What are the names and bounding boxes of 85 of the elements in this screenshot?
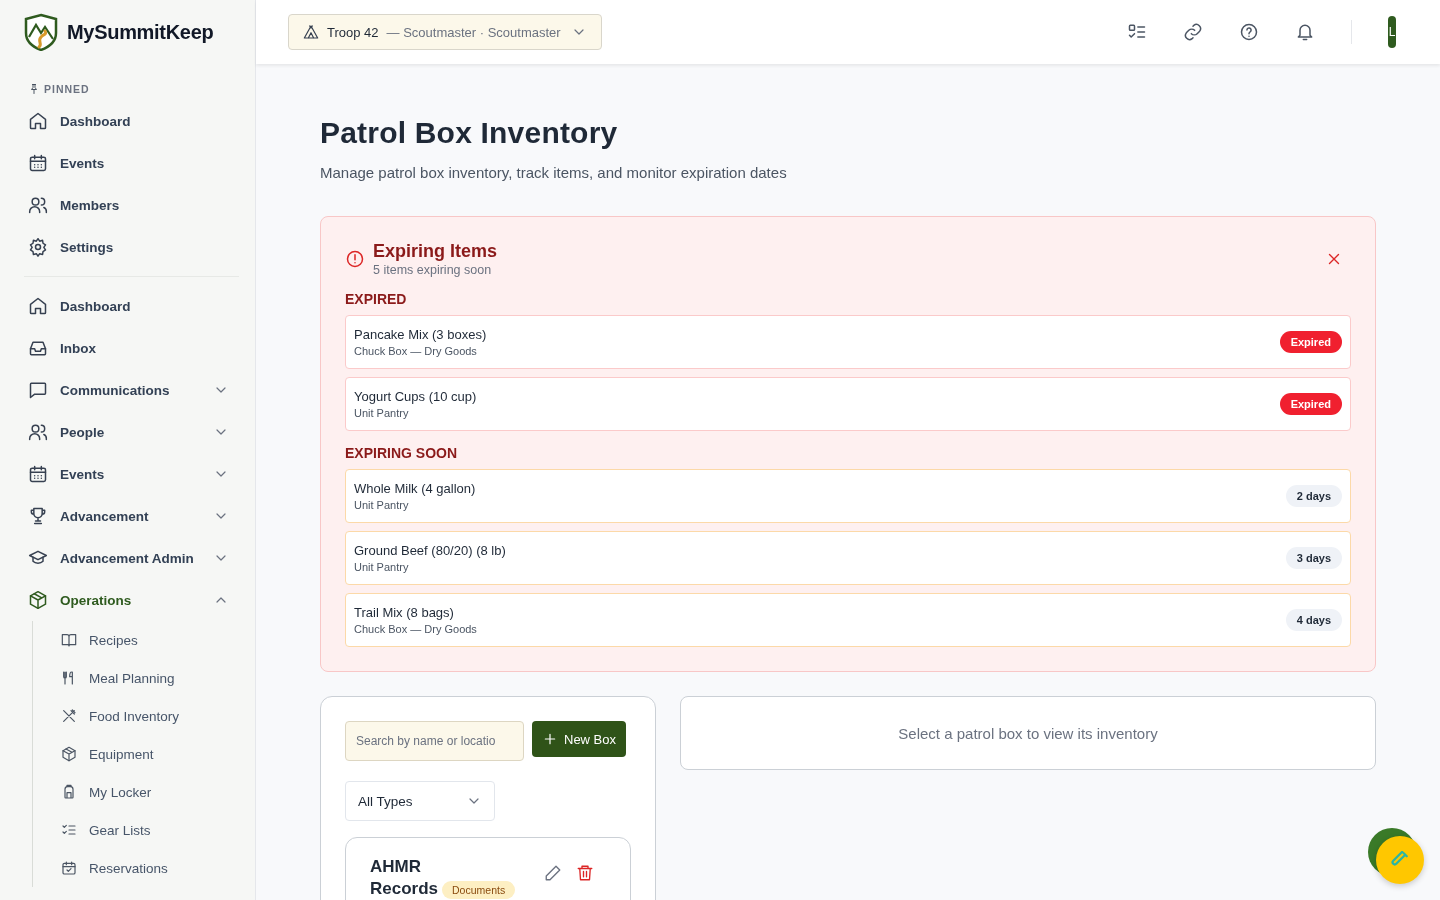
sidebar-item[interactable]: Advancement Admin <box>24 537 239 579</box>
link-button[interactable] <box>1183 22 1203 42</box>
help-icon <box>1239 22 1259 42</box>
test-tube-icon <box>1391 851 1409 869</box>
item-name: Pancake Mix (3 boxes) <box>354 327 487 342</box>
item-location: Unit Pantry <box>354 499 410 511</box>
sidebar-subitem[interactable]: Recipes <box>61 621 239 659</box>
logo-icon <box>24 13 58 51</box>
item-name: Ground Beef (80/20) (8 lb) <box>354 543 506 558</box>
days-left-badge: 2 days <box>1285 485 1342 507</box>
empty-message: Select a patrol box to view its inventory <box>898 724 1158 742</box>
item-name: Trail Mix (8 bags) <box>354 605 455 620</box>
delete-button[interactable] <box>576 864 594 882</box>
plus-icon <box>542 731 558 747</box>
notification-bell-button[interactable] <box>1295 22 1315 42</box>
item-location: Unit Pantry <box>354 561 410 573</box>
days-left-badge: 3 days <box>1285 547 1342 569</box>
sidebar-item[interactable]: Members <box>24 184 239 226</box>
unit-selector[interactable]: Troop 42 — Scoutmaster · Scoutmaster <box>288 14 602 50</box>
book-icon <box>61 632 77 648</box>
sidebar-item[interactable]: Events <box>24 142 239 184</box>
search-field[interactable]: Search by name or locatio <box>345 721 524 761</box>
expired-badge: Expired <box>1279 331 1342 353</box>
crossed-utensils-icon <box>61 708 77 724</box>
box-icon <box>28 590 48 610</box>
sidebar-subitem[interactable]: Meal Planning <box>61 659 239 697</box>
item-location: Chuck Box — Dry Goods <box>354 623 477 635</box>
settings-icon <box>28 237 48 257</box>
expired-badge: Expired <box>1279 393 1342 415</box>
item-location: Chuck Box — Dry Goods <box>354 345 478 357</box>
sidebar-subitem[interactable]: Equipment <box>61 735 239 773</box>
sidebar-subitem[interactable]: My Locker <box>61 773 239 811</box>
section-label: PINNED <box>44 83 90 95</box>
home-icon <box>28 111 48 131</box>
sidebar-subitem[interactable]: Gear Lists <box>61 811 239 849</box>
sidebar-subitem[interactable]: Food Inventory <box>61 697 239 735</box>
group-heading: EXPIRED <box>345 291 408 307</box>
checklist-icon <box>61 822 77 838</box>
inbox-icon <box>28 338 48 358</box>
sidebar-item[interactable]: Dashboard <box>24 100 239 142</box>
help-button[interactable] <box>1239 22 1259 42</box>
floating-action-button[interactable] <box>1368 828 1424 884</box>
sidebar-item[interactable]: Operations <box>24 579 239 621</box>
users-icon <box>28 422 48 442</box>
page-title: Patrol Box Inventory <box>320 116 619 150</box>
user-avatar[interactable]: L <box>1388 16 1396 48</box>
pencil-icon <box>544 864 562 882</box>
notification-bell-icon <box>1295 22 1315 42</box>
item-name: Yogurt Cups (10 cup) <box>354 389 477 404</box>
sidebar-item[interactable]: Settings <box>24 226 239 268</box>
app-name: MySummitKeep <box>67 20 214 44</box>
group-heading: EXPIRING SOON <box>345 445 459 461</box>
item-name: Whole Milk (4 gallon) <box>354 481 476 496</box>
alert-title: Expiring Items <box>373 241 499 262</box>
sidebar-item[interactable]: Inbox <box>24 327 239 369</box>
item-location: Unit Pantry <box>354 407 410 419</box>
patrol-box-card[interactable]: AHMR Records Documents <box>345 837 631 900</box>
sidebar-item[interactable]: Advancement <box>24 495 239 537</box>
type-badge: Documents <box>442 881 516 899</box>
pin-icon <box>28 83 40 95</box>
sidebar-item[interactable]: Events <box>24 453 239 495</box>
link-icon <box>1183 22 1203 42</box>
trophy-icon <box>28 506 48 526</box>
tent-icon <box>303 24 319 40</box>
alert-icon <box>345 249 365 269</box>
calendar-check-icon <box>61 860 77 876</box>
sidebar-item[interactable]: People <box>24 411 239 453</box>
new-box-button[interactable]: New Box <box>532 721 627 757</box>
edit-button[interactable] <box>544 864 562 882</box>
days-left-badge: 4 days <box>1285 609 1342 631</box>
home-icon <box>28 296 48 316</box>
alert-subtitle: 5 items expiring soon <box>373 263 493 277</box>
backpack-icon <box>61 784 77 800</box>
users-icon <box>28 195 48 215</box>
trash-icon <box>576 864 594 882</box>
page-subtitle: Manage patrol box inventory, track items, and monitor expiration dates <box>320 164 788 181</box>
chat-icon <box>28 380 48 400</box>
sidebar-item[interactable]: Dashboard <box>24 285 239 327</box>
sidebar-item[interactable]: Communications <box>24 369 239 411</box>
calendar-icon <box>28 153 48 173</box>
calendar-icon <box>28 464 48 484</box>
box-icon <box>61 746 77 762</box>
box-name: AHMR Records <box>370 857 439 898</box>
sidebar-subitem[interactable]: Reservations <box>61 849 239 887</box>
type-filter-dropdown[interactable]: All Types <box>345 781 495 821</box>
